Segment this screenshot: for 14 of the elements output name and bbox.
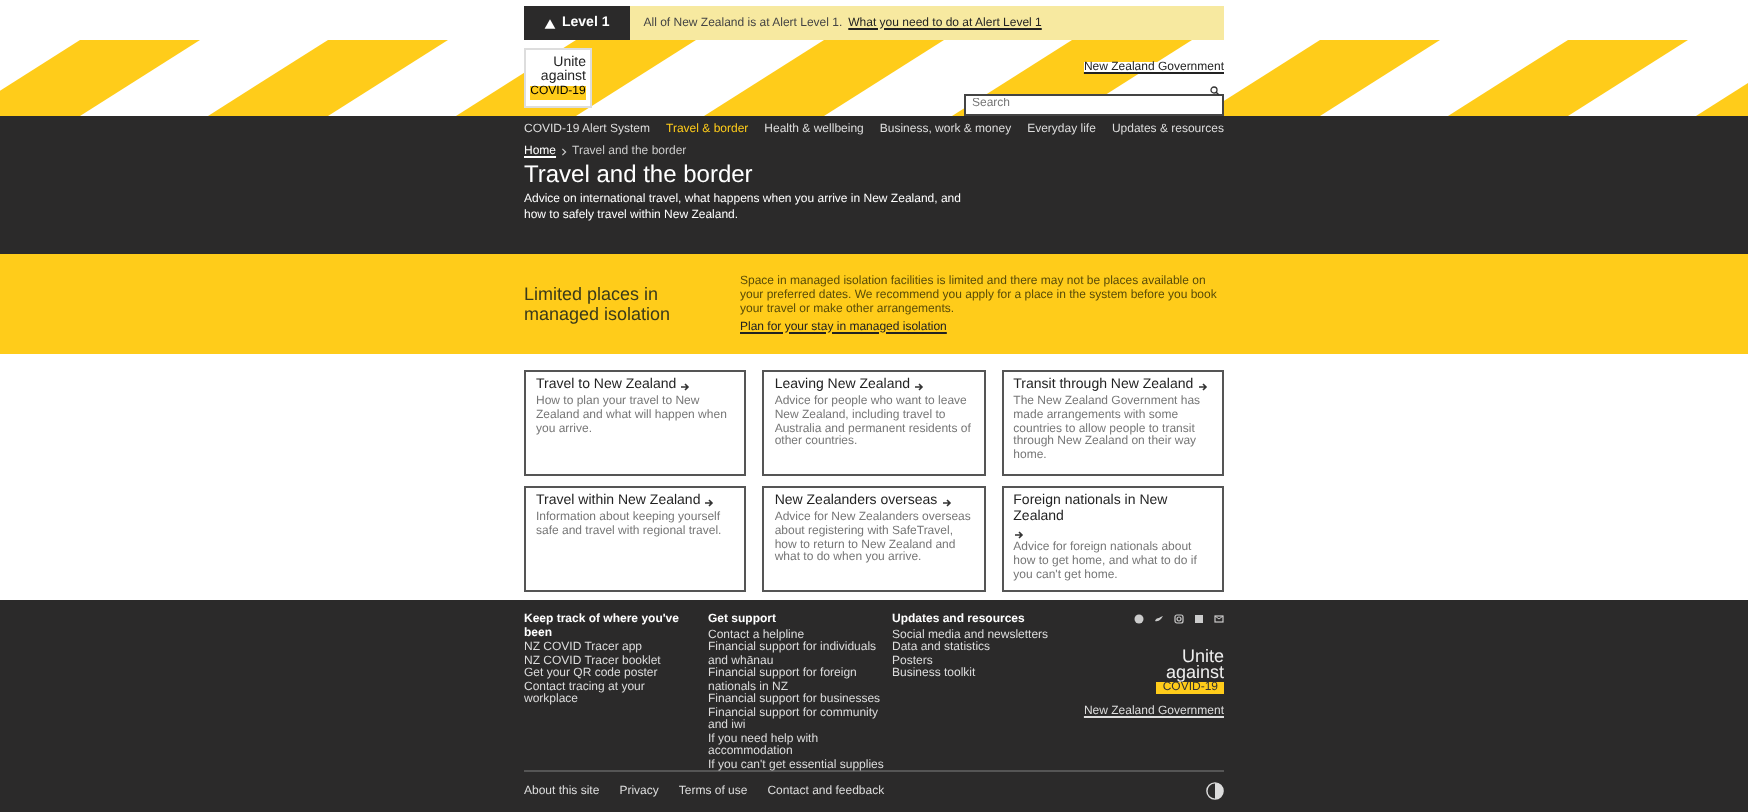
page-title: Travel and the border bbox=[524, 160, 755, 188]
notice-heading: Limited places in managed isolation bbox=[524, 284, 673, 324]
arrow-icon bbox=[941, 497, 952, 507]
arrow-icon bbox=[914, 381, 925, 391]
arrow-icon bbox=[680, 381, 691, 391]
warning-icon bbox=[544, 17, 556, 29]
arrow-icon bbox=[704, 497, 715, 507]
half-circle-icon bbox=[1206, 782, 1224, 800]
arrow-icon bbox=[1013, 530, 1024, 540]
social-media-icon[interactable] bbox=[1174, 614, 1184, 624]
search-icon[interactable] bbox=[1210, 86, 1220, 96]
social-media-icon[interactable] bbox=[1214, 614, 1224, 624]
arrow-icon bbox=[1197, 381, 1208, 391]
social-media-icon[interactable] bbox=[1194, 614, 1204, 624]
